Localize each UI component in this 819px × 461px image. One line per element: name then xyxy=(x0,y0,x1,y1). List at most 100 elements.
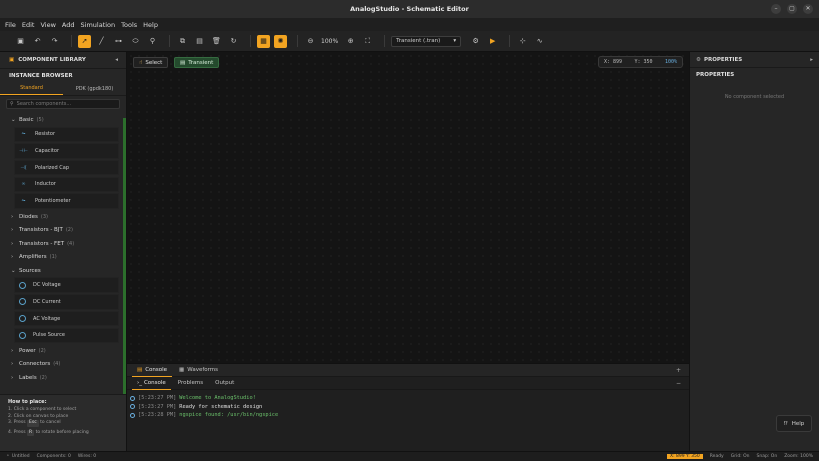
toolbar-divider xyxy=(297,35,298,47)
grid-status: Grid: On xyxy=(730,454,750,459)
component-dc-voltage[interactable]: DC Voltage xyxy=(14,277,119,293)
tab-label: Waveforms xyxy=(187,367,219,373)
select-mode-label: Select xyxy=(145,59,163,66)
chevron-down-icon: ⌄ xyxy=(11,116,16,123)
component-inductor[interactable]: ∞ Inductor xyxy=(14,176,119,193)
transient-mode-button[interactable]: ▤ Transient xyxy=(174,57,220,68)
category-amplifiers[interactable]: › Amplifiers (1) xyxy=(0,250,126,264)
chevron-right-icon: › xyxy=(11,213,14,220)
category-diodes[interactable]: › Diodes (3) xyxy=(0,210,126,224)
ac-source-icon xyxy=(19,315,26,323)
probe-tool-icon[interactable]: ⚲ xyxy=(146,35,159,48)
component-potentiometer[interactable]: ⏦ Potentiometer xyxy=(14,193,119,209)
tab-problems[interactable]: Problems xyxy=(173,377,208,390)
category-transistors-bjt[interactable]: › Transistors - BJT (2) xyxy=(0,223,126,237)
menu-edit[interactable]: Edit xyxy=(22,21,35,29)
menu-simulation[interactable]: Simulation xyxy=(81,21,116,29)
tab-standard[interactable]: Standard xyxy=(0,82,63,95)
chart-icon: ▦ xyxy=(179,367,185,373)
status-bar: ⚬ Untitled Components: 0 Wires: 0 X: 899… xyxy=(0,451,819,461)
waveform-icon[interactable]: ∿ xyxy=(533,35,546,48)
category-sources[interactable]: ⌄ Sources xyxy=(0,264,126,278)
delete-icon[interactable]: 🗑 xyxy=(210,35,223,48)
properties-title: PROPERTIES xyxy=(703,56,743,63)
add-tab-icon[interactable]: + xyxy=(676,367,681,374)
menu-view[interactable]: View xyxy=(40,21,55,29)
select-tool-icon[interactable]: ➚ xyxy=(78,34,91,48)
minimize-panel-icon[interactable]: − xyxy=(676,380,681,387)
menu-file[interactable]: File xyxy=(5,21,16,29)
category-label: Diodes xyxy=(19,213,38,220)
tab-console[interactable]: ▤ Console xyxy=(132,364,173,377)
component-polarized-cap[interactable]: ⊣( Polarized Cap xyxy=(14,159,119,176)
collapse-left-icon[interactable]: ◂ xyxy=(115,57,118,63)
undo-icon[interactable]: ↶ xyxy=(31,35,44,48)
toolbar-divider xyxy=(250,35,251,47)
file-name: Untitled xyxy=(11,454,30,459)
analysis-select[interactable]: Transient (.tran) ▾ xyxy=(391,35,462,47)
tab-pdk[interactable]: PDK (gpdk180) xyxy=(63,82,126,95)
wire-tool-icon[interactable]: ╱ xyxy=(95,35,108,48)
scrollbar[interactable] xyxy=(123,118,126,408)
help-label: Help xyxy=(791,420,805,427)
snap-status: Snap: On xyxy=(756,454,778,459)
collapse-right-icon[interactable]: ▸ xyxy=(810,57,813,63)
resistor-tool-icon[interactable]: ⊶ xyxy=(112,35,125,48)
category-labels[interactable]: › Labels (2) xyxy=(0,371,126,385)
maximize-button[interactable]: ▢ xyxy=(787,4,797,14)
schematic-canvas[interactable]: ☝ Select ▤ Transient X: 899 Y: 350 100% xyxy=(127,52,689,363)
console-tabs: ›_ Console Problems Output − xyxy=(127,377,689,390)
component-pulse-source[interactable]: Pulse Source xyxy=(14,327,119,343)
log-timestamp: [5:23:27 PM] xyxy=(138,403,177,410)
run-simulation-icon[interactable]: ▶ xyxy=(486,35,499,48)
menu-add[interactable]: Add xyxy=(62,21,75,29)
component-capacitor[interactable]: ⊣⊢ Capacitor xyxy=(14,143,119,159)
label-tool-icon[interactable]: ⬭ xyxy=(129,35,142,48)
info-icon xyxy=(130,412,135,418)
select-mode-button[interactable]: ☝ Select xyxy=(133,57,169,68)
component-label: DC Current xyxy=(33,298,61,305)
category-power[interactable]: › Power (2) xyxy=(0,344,126,358)
resistor-symbol-icon: ⏦ xyxy=(21,131,26,138)
chevron-right-icon: › xyxy=(11,227,14,234)
search-icon: ⚲ xyxy=(10,101,14,107)
category-label: Sources xyxy=(19,267,41,274)
category-count: (4) xyxy=(53,361,61,368)
howto-text: 3. Press xyxy=(8,420,26,425)
category-basic[interactable]: ⌄ Basic (5) xyxy=(0,113,126,127)
zoom-out-icon[interactable]: ⊖ xyxy=(304,35,317,48)
close-button[interactable]: ✕ xyxy=(803,4,813,14)
menu-tools[interactable]: Tools xyxy=(121,21,137,29)
rotate-icon[interactable]: ↻ xyxy=(227,35,240,48)
category-connectors[interactable]: › Connectors (4) xyxy=(0,358,126,372)
tab-console-sub[interactable]: ›_ Console xyxy=(132,377,171,390)
paste-icon[interactable]: ▤ xyxy=(193,35,206,48)
component-library-panel: ▣ COMPONENT LIBRARY ◂ INSTANCE BROWSER S… xyxy=(0,52,127,451)
properties-panel: ⚙ PROPERTIES ▸ PROPERTIES No component s… xyxy=(689,52,819,451)
copy-icon[interactable]: ⧉ xyxy=(176,35,189,48)
search-input[interactable] xyxy=(16,101,117,107)
component-ac-voltage[interactable]: AC Voltage xyxy=(14,310,119,327)
help-button[interactable]: ⁉ Help xyxy=(776,415,812,432)
info-icon xyxy=(130,404,135,410)
save-icon[interactable]: ▣ xyxy=(14,35,27,48)
grid-toggle-icon[interactable]: ▦ xyxy=(257,34,270,48)
menu-help[interactable]: Help xyxy=(143,21,158,29)
chevron-right-icon: › xyxy=(11,254,14,261)
redo-icon[interactable]: ↷ xyxy=(48,35,61,48)
fit-view-icon[interactable]: ⛶ xyxy=(361,35,374,48)
crosshair-icon[interactable]: ⊹ xyxy=(516,35,529,48)
tab-output[interactable]: Output xyxy=(210,377,239,390)
component-label: Inductor xyxy=(35,181,56,188)
component-dc-current[interactable]: DC Current xyxy=(14,294,119,310)
category-transistors-fet[interactable]: › Transistors - FET (4) xyxy=(0,237,126,251)
zoom-in-icon[interactable]: ⊕ xyxy=(344,35,357,48)
snap-toggle-icon[interactable]: ✺ xyxy=(274,34,287,48)
component-label: Pulse Source xyxy=(33,332,65,339)
minimize-button[interactable]: – xyxy=(771,4,781,14)
gear-icon[interactable]: ⚙ xyxy=(469,35,482,48)
component-resistor[interactable]: ⏦ Resistor xyxy=(14,126,119,142)
tab-waveforms[interactable]: ▦ Waveforms xyxy=(174,364,223,377)
empty-state-text: No component selected xyxy=(724,94,785,100)
category-label: Amplifiers xyxy=(19,254,47,261)
